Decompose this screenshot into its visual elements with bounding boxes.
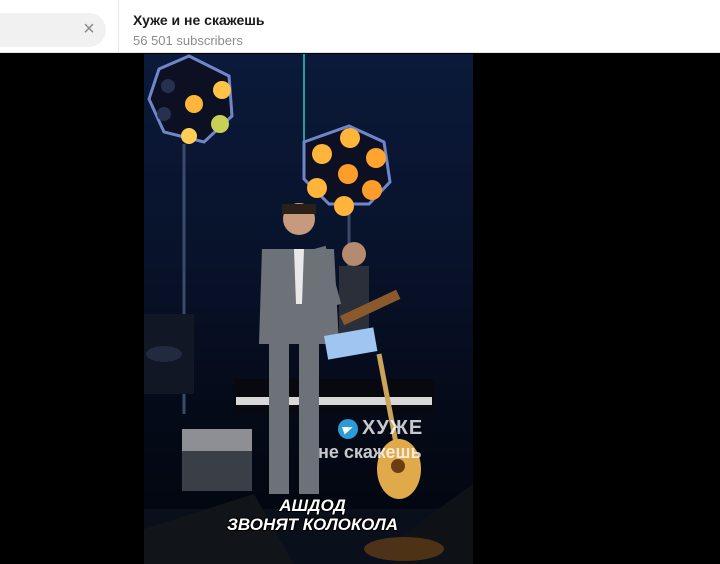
video-caption-song: ЗВОНЯТ КОЛОКОЛА [226, 515, 399, 534]
chat-header: × Хуже и не скажешь 56 501 subscribers [0, 0, 720, 53]
watermark-line1: ХУЖЕ [362, 417, 424, 439]
guitarist [339, 242, 401, 336]
stage-light-right [302, 124, 392, 216]
subscriber-count: 56 501 subscribers [133, 33, 243, 48]
stage-light-left [147, 54, 234, 144]
channel-watermark: ХУЖЕ не скажешь [318, 409, 473, 469]
telegram-icon [338, 419, 358, 439]
clear-search-icon[interactable]: × [78, 18, 100, 40]
concert-scene [144, 54, 473, 564]
channel-title[interactable]: Хуже и не скажешь [133, 12, 265, 28]
video-caption-artist: АШДОД [279, 496, 346, 515]
video-player[interactable]: ХУЖЕ не скажешь АШДОД ЗВОНЯТ КОЛОКОЛА [144, 54, 473, 564]
watermark-line2: не скажешь [318, 442, 422, 462]
header-divider [118, 0, 119, 52]
